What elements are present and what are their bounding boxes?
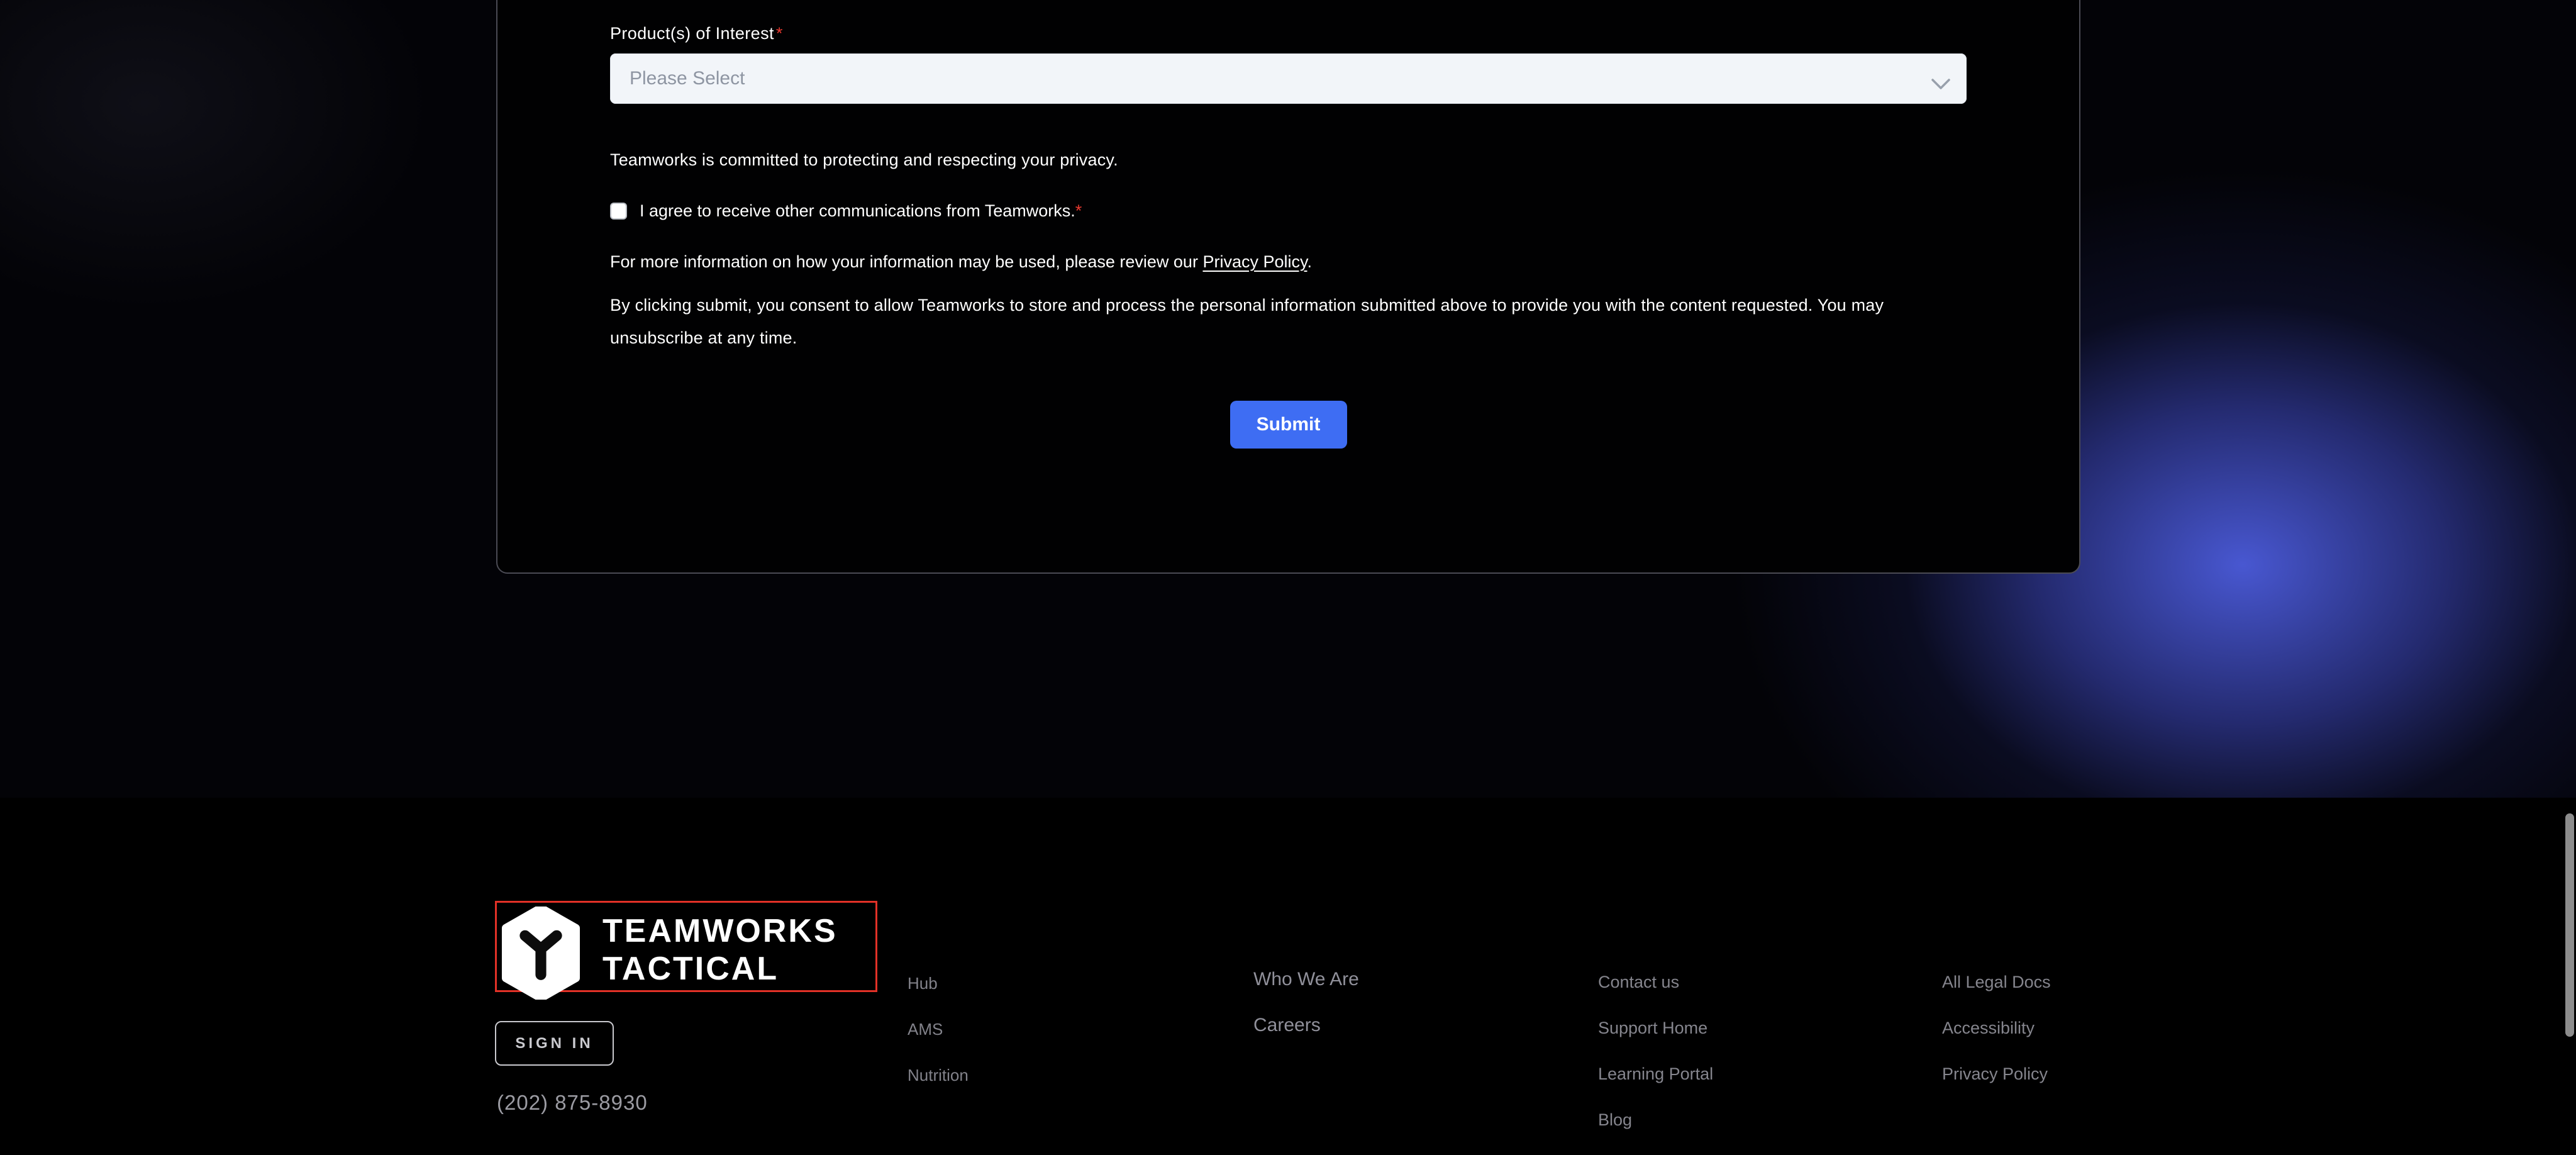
privacy-intro-text: Teamworks is committed to protecting and…	[610, 150, 1967, 170]
teamworks-tactical-logo[interactable]: TEAMWORKS TACTICAL	[495, 901, 877, 992]
sign-in-button[interactable]: SIGN IN	[495, 1021, 614, 1066]
logo-wordmark: TEAMWORKS TACTICAL	[602, 912, 838, 988]
background-glow-topleft	[0, 0, 428, 308]
logo-line-1: TEAMWORKS	[602, 913, 838, 949]
footer-link-accessibility[interactable]: Accessibility	[1942, 1017, 2051, 1039]
footer-link-hub[interactable]: Hub	[908, 973, 969, 994]
agree-row: I agree to receive other communications …	[610, 201, 1967, 221]
footer-column-products: Hub AMS Nutrition	[908, 973, 969, 1110]
contact-form-card: Product(s) of Interest* Please Select Te…	[496, 0, 2080, 574]
submit-button[interactable]: Submit	[1230, 401, 1347, 449]
footer-link-all-legal-docs[interactable]: All Legal Docs	[1942, 971, 2051, 993]
info-text: For more information on how your informa…	[610, 252, 1967, 272]
info-text-after: .	[1307, 252, 1313, 271]
logo-line-2: TACTICAL	[602, 951, 779, 987]
footer-column-legal: All Legal Docs Accessibility Privacy Pol…	[1942, 971, 2051, 1109]
product-interest-select[interactable]: Please Select	[610, 53, 1967, 104]
main-section: Product(s) of Interest* Please Select Te…	[0, 0, 2576, 798]
privacy-policy-link[interactable]: Privacy Policy	[1202, 252, 1307, 271]
footer-column-company: Who We Are Careers	[1253, 968, 1359, 1059]
footer-column-support: Contact us Support Home Learning Portal …	[1598, 971, 1713, 1155]
agree-checkbox[interactable]	[610, 203, 627, 220]
required-asterisk: *	[776, 24, 783, 43]
agree-label-text: I agree to receive other communications …	[640, 201, 1075, 220]
phone-number[interactable]: (202) 875-8930	[497, 1091, 648, 1115]
footer-link-privacy-policy[interactable]: Privacy Policy	[1942, 1063, 2051, 1085]
teamworks-hexagon-icon	[499, 907, 582, 1000]
vertical-scrollbar-thumb[interactable]	[2565, 813, 2574, 1037]
footer: TEAMWORKS TACTICAL SIGN IN (202) 875-893…	[0, 798, 2576, 1119]
footer-link-ams[interactable]: AMS	[908, 1018, 969, 1040]
footer-link-nutrition[interactable]: Nutrition	[908, 1064, 969, 1086]
footer-link-blog[interactable]: Blog	[1598, 1109, 1713, 1130]
footer-link-support-home[interactable]: Support Home	[1598, 1017, 1713, 1039]
footer-link-who-we-are[interactable]: Who We Are	[1253, 968, 1359, 991]
footer-link-careers[interactable]: Careers	[1253, 1013, 1359, 1037]
consent-text: By clicking submit, you consent to allow…	[610, 289, 1967, 354]
product-interest-label: Product(s) of Interest*	[610, 24, 1967, 43]
footer-link-learning-portal[interactable]: Learning Portal	[1598, 1063, 1713, 1085]
chevron-down-icon	[1931, 74, 1950, 95]
agree-required-asterisk: *	[1075, 201, 1082, 220]
product-interest-label-text: Product(s) of Interest	[610, 24, 774, 43]
info-text-before: For more information on how your informa…	[610, 252, 1202, 271]
agree-label: I agree to receive other communications …	[640, 201, 1082, 221]
footer-link-contact-us[interactable]: Contact us	[1598, 971, 1713, 993]
select-placeholder: Please Select	[630, 68, 745, 89]
